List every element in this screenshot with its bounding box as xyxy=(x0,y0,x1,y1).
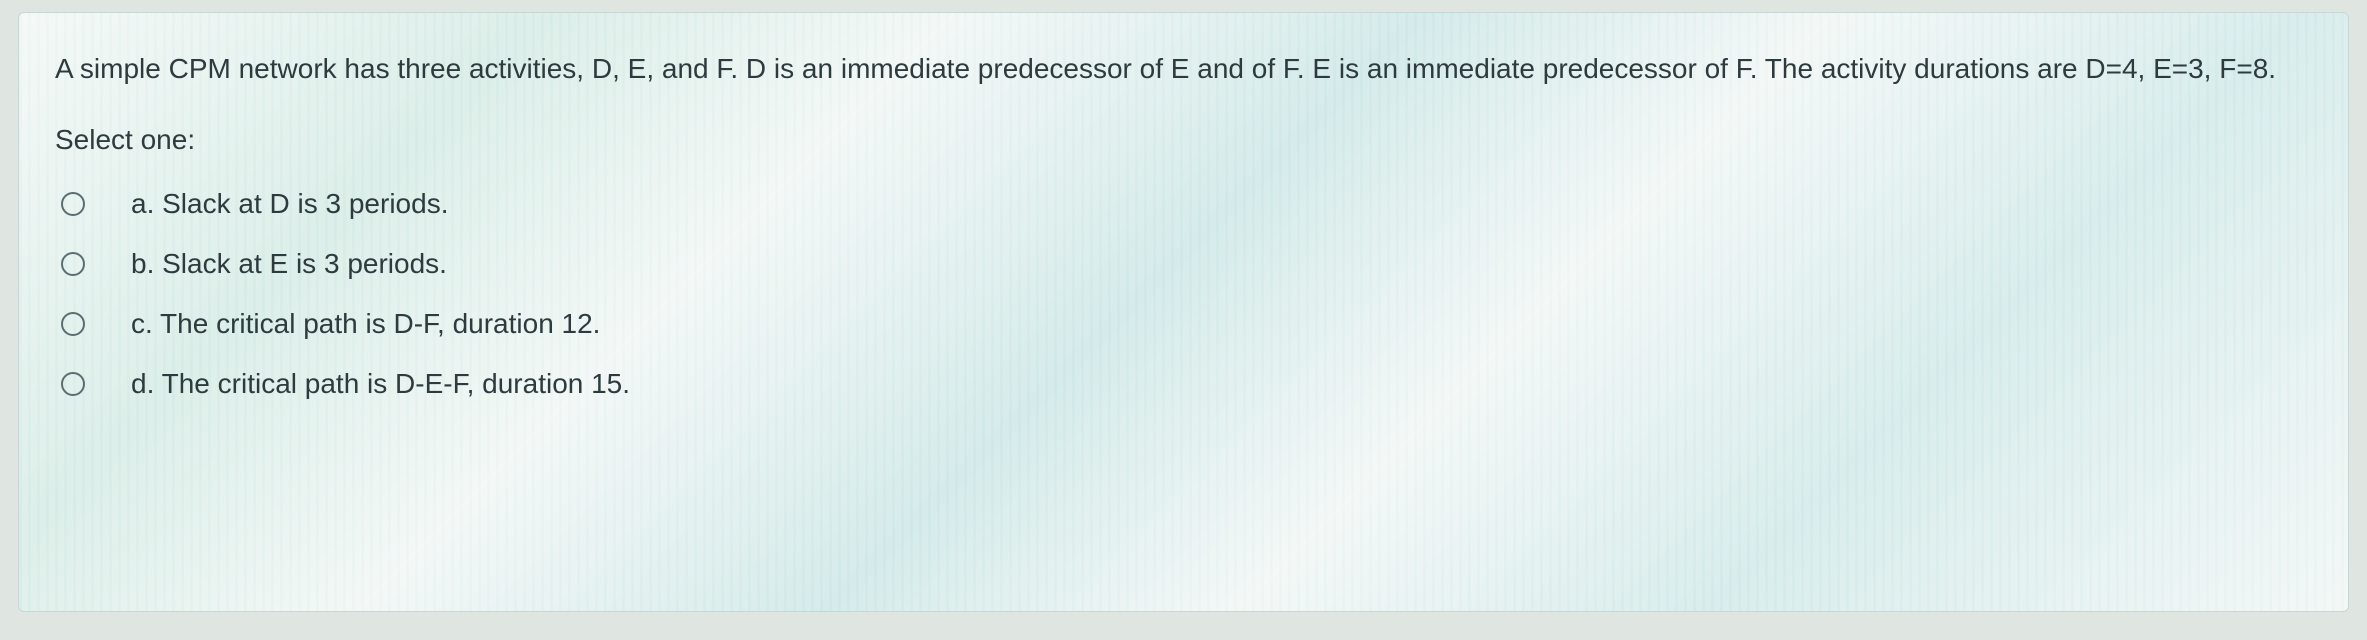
select-one-label: Select one: xyxy=(55,124,2312,156)
radio-icon[interactable] xyxy=(61,192,85,216)
option-label: b. Slack at E is 3 periods. xyxy=(131,248,447,280)
option-label: c. The critical path is D-F, duration 12… xyxy=(131,308,600,340)
radio-icon[interactable] xyxy=(61,312,85,336)
option-b[interactable]: b. Slack at E is 3 periods. xyxy=(55,234,2312,294)
options-group: a. Slack at D is 3 periods. b. Slack at … xyxy=(55,174,2312,414)
option-d[interactable]: d. The critical path is D-E-F, duration … xyxy=(55,354,2312,414)
option-c[interactable]: c. The critical path is D-F, duration 12… xyxy=(55,294,2312,354)
radio-icon[interactable] xyxy=(61,372,85,396)
option-a[interactable]: a. Slack at D is 3 periods. xyxy=(55,174,2312,234)
option-label: a. Slack at D is 3 periods. xyxy=(131,188,448,220)
question-card: A simple CPM network has three activitie… xyxy=(18,12,2349,612)
question-stem: A simple CPM network has three activitie… xyxy=(55,47,2312,90)
option-label: d. The critical path is D-E-F, duration … xyxy=(131,368,630,400)
radio-icon[interactable] xyxy=(61,252,85,276)
